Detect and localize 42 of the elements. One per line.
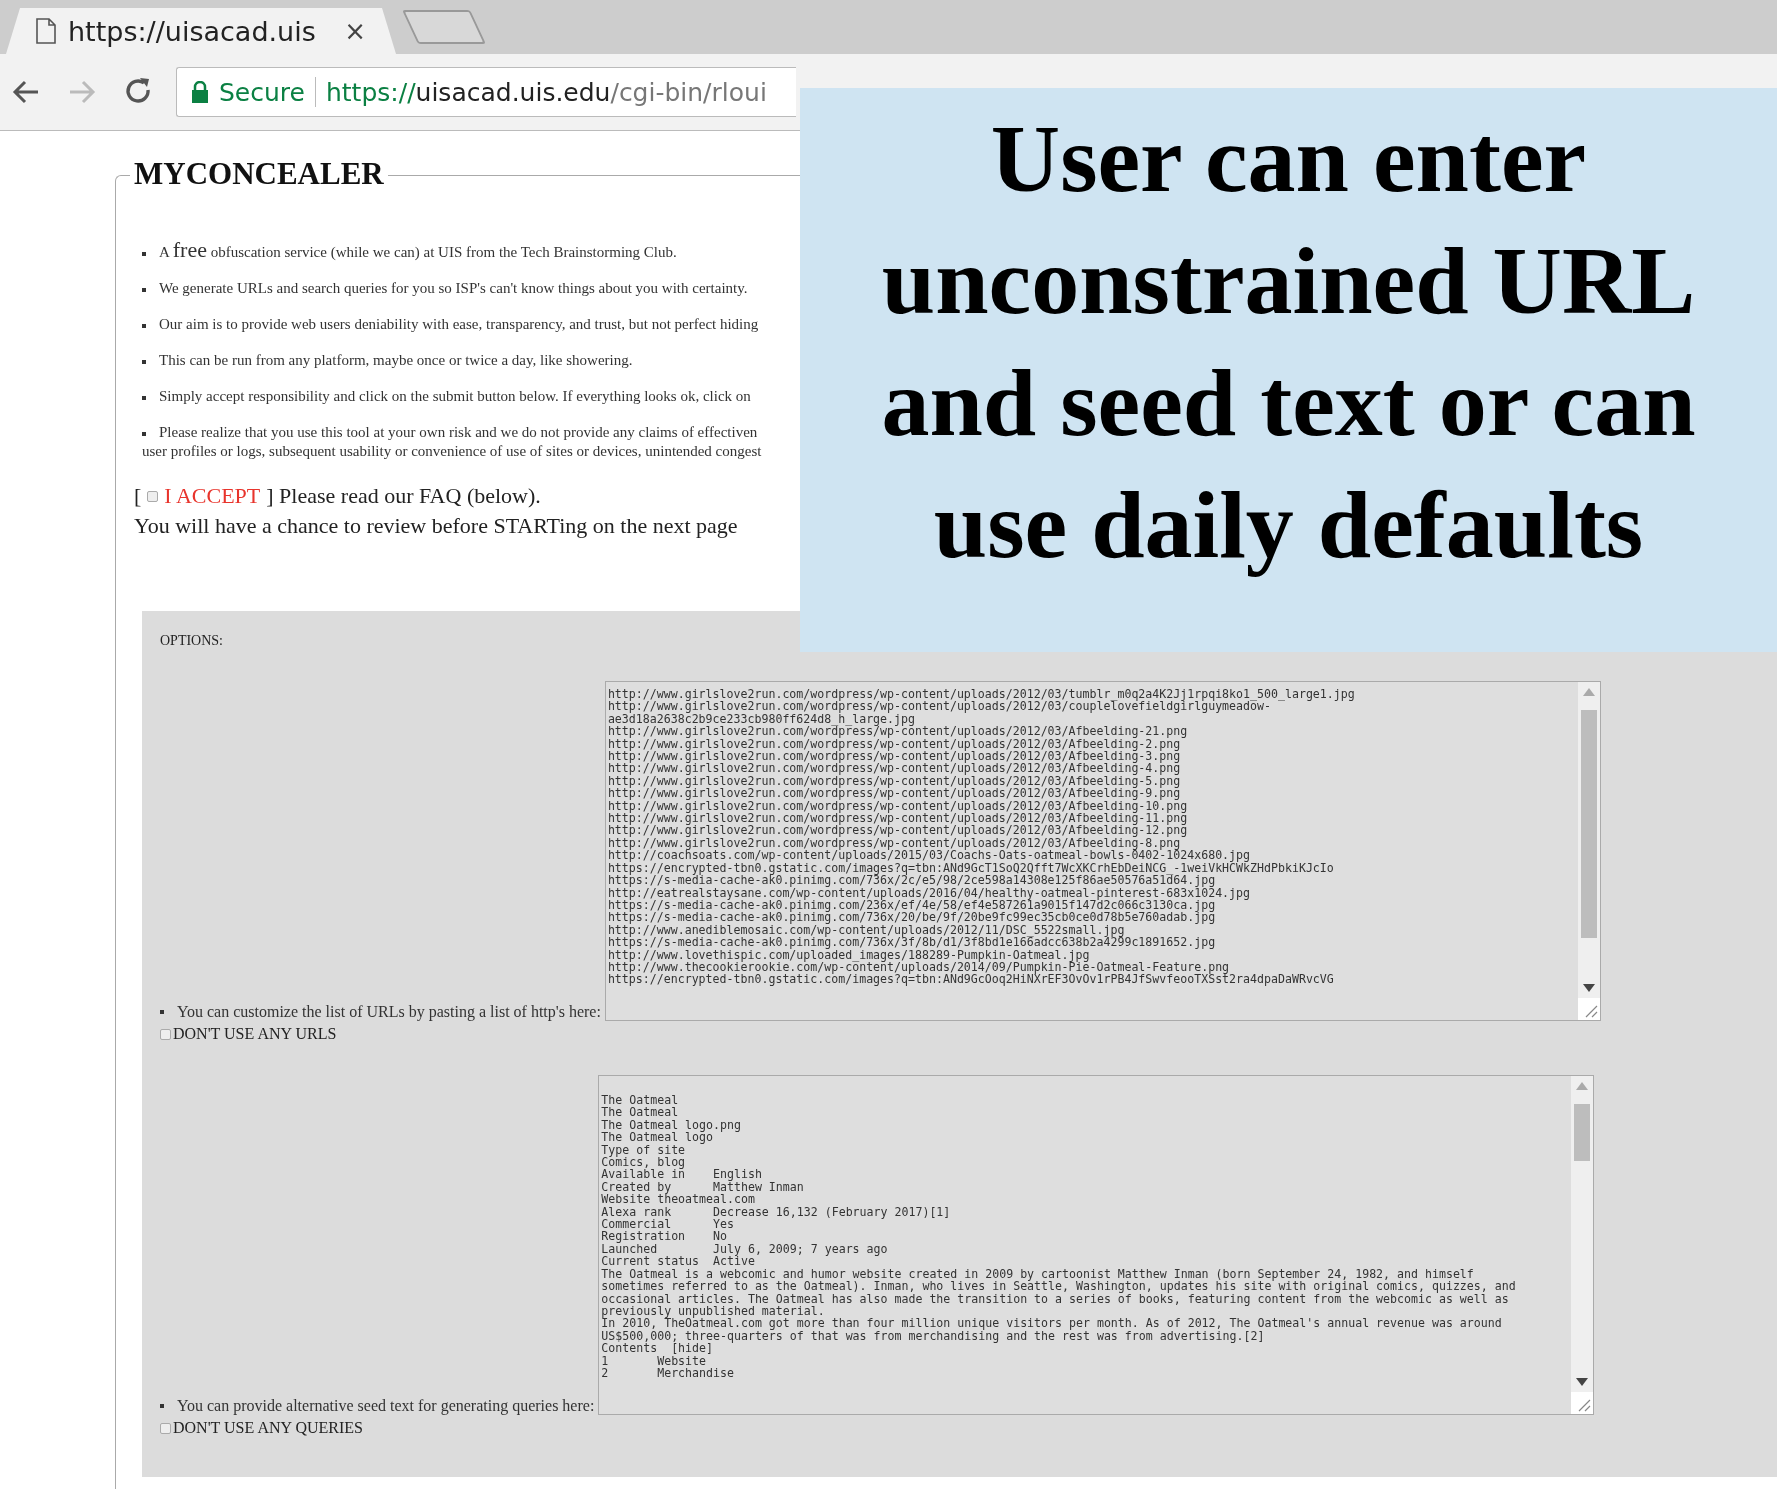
resize-grip-icon[interactable] — [1577, 998, 1600, 1020]
secure-label: Secure — [219, 77, 305, 107]
scroll-down-icon[interactable] — [1582, 984, 1595, 992]
bullet-text: Our aim is to provide web users deniability with ease, transparency, and trust, but not perfect hiding — [142, 315, 759, 334]
option-label: You can provide alternative seed text for generating queries here: — [160, 1397, 595, 1415]
tab-title: https://uisacad.uis — [68, 15, 316, 47]
scroll-thumb[interactable] — [1580, 710, 1597, 938]
browser-tab[interactable]: https://uisacad.uis × — [6, 8, 396, 54]
scroll-up-icon[interactable] — [1582, 688, 1595, 696]
accept-checkbox[interactable] — [147, 490, 159, 502]
accept-label: I ACCEPT — [164, 483, 261, 509]
seed-text-field[interactable]: The Oatmeal The Oatmeal The Oatmeal logo.png The Oatmeal logo Type of site Comics, blog Available in English Created by Matthew Inman Website theoatmeal.com Alexa rank Decrease 16,132 (February 2017)[1] Commercial Yes Registration No Launched July 6, 2009; 7 years ago Current status Active The Oatmeal is a webcomic and humor website created in 2009 by cartoonist Matthew Inman (born September 24, 1982, and himself sometimes referred to as the Oatmeal). Inman, who lives in Seattle, Washington, updates his site with original comics, quizzes, and occasional articles. The Oatmeal has also made the transition to a series of books, featuring content from the webcomic as well as previously unpublished material. In 2010, TheOatmeal.com got more than four million unique visitors per month. As of 2012, The Oatmeal's annual revenue was around US$500,000; three-quarters of that was from merchandising and the rest was from advertising.[2] Contents [hide] 1 Website 2 Merchandise — [598, 1075, 1595, 1415]
bracket-text: [ — [134, 483, 142, 509]
resize-grip-icon[interactable] — [1571, 1392, 1594, 1414]
address-bar[interactable]: Secure https://uisacad.uis.edu/cgi-bin/rloui — [176, 67, 796, 117]
scroll-thumb[interactable] — [1574, 1104, 1591, 1161]
url-list-field[interactable]: http://www.girlslove2run.com/wordpress/wp-content/uploads/2012/03/tumblr_m0q2a4K2Jj1rpqi8ko1_500_large1.jpg http://www.girlslove2run.com/wordpress/wp-content/uploads/2012/03/couplelovefieldgirlguymeadow- ae3d18a2638c2b9ce233cb980ff624d8_h_large.jpg http://www.girlslove2run.com/wordpress/wp-content/uploads/2012/03/Afbeelding-21.png http://www.girlslove2run.com/wordpress/wp-content/uploads/2012/03/Afbeelding-2.png http://www.girlslove2run.com/wordpress/wp-content/uploads/2012/03/Afbeelding-3.png http://www.girlslove2run.com/wordpress/wp-content/uploads/2012/03/Afbeelding-4.png http://www.girlslove2run.com/wordpress/wp-content/uploads/2012/03/Afbeelding-5.png http://www.girlslove2run.com/wordpress/wp-content/uploads/2012/03/Afbeelding-9.png http://www.girlslove2run.com/wordpress/wp-content/uploads/2012/03/Afbeelding-10.png http://www.girlslove2run.com/wordpress/wp-content/uploads/2012/03/Afbeelding-11.png http://www.girlslove2run.com/wordpress/wp-content/uploads/2012/03/Afbeelding-12.png http://www.girlslove2run.com/wordpress/wp-content/uploads/2012/03/Afbeelding-8.png http://coachsoats.com/wp-content/uploads/2015/03/Coachs-Oats-oatmeal-bowls-0402-1024x680.jpg https://encrypted-tbn0.gstatic.com/images?q=tbn:ANd9GcT1SoQ2Qfft7WcXKCrhEbDeiNCG_-1weiVkHCWkZHdPbkiKJcIo https://s-media-cache-ak0.pinimg.com/736x/2c/e5/98/2ce598a14308e125f86ae50576a51d64.jpg http://eatrealstaysane.com/wp-content/uploads/2016/04/healthy-oatmeal-pinterest-683x1024.jpg https://s-media-cache-ak0.pinimg.com/236x/ef/4e/58/ef4e587261a9015f147d2c066c3130ca.jpg https://s-media-cache-ak0.pinimg.com/736x/20/be/9f/20be9fc99ec35cb0ce0d78b5e760adab.jpg http://www.anediblemosaic.com/wp-content/uploads/2012/11/DSC_5522small.jpg https://s-media-cache-ak0.pinimg.com/736x/3f/8b/d1/3f8bd1e166adcc638b2a4299c1891652.jpg http://www.lovethispic.com/uploaded_images/188289-Pumpkin-Oatmeal.jpg http://www.thecookierookie.com/wp-content/uploads/2014/09/Pumpkin-Pie-Oatmeal-Feature.png https://encrypted-tbn0.gstatic.com/images?q=tbn:ANd9GcOoq2HiNXrEF3OvOv1rPB4JfSwvfeooTXSst2ra4dpaDaWRvcVG — [604, 681, 1601, 1021]
review-note: You will have a chance to review before STARTing on the next page — [133, 512, 738, 539]
scrollbar[interactable] — [1571, 1076, 1594, 1392]
callout-text: and seed text or can — [880, 348, 1697, 458]
bullet-text: Simply accept responsibility and click on the submit button below. If everything looks ok, click on — [142, 387, 751, 406]
page-icon — [36, 18, 56, 44]
callout-text: use daily defaults — [932, 470, 1645, 580]
option-label: You can customize the list of URLs by pasting a list of http's here: — [160, 1003, 601, 1021]
callout-text: unconstrained URL — [880, 226, 1697, 336]
close-tab-button[interactable]: × — [344, 16, 366, 46]
bullet-text: A free obfuscation service (while we can) at UIS from the Tech Brainstorming Club. — [142, 240, 677, 262]
faq-text: ] Please read our FAQ (below). — [266, 483, 541, 509]
url-text: https://uisacad.uis.edu/cgi-bin/rloui — [325, 77, 767, 107]
scrollbar[interactable] — [1577, 682, 1600, 998]
scroll-up-icon[interactable] — [1576, 1082, 1589, 1090]
bullet-text: Please realize that you use this tool at your own risk and we do not provide any claims of effectiven user profiles or logs, subsequent usability or convenience of use of sites or devices, unintended congest — [142, 423, 762, 461]
lock-icon — [191, 81, 209, 103]
bullet-text: We generate URLs and search queries for you so ISP's can't know things about you with certainty. — [142, 279, 748, 298]
bullet-text: This can be run from any platform, maybe once or twice a day, like showering. — [142, 351, 633, 370]
checkbox[interactable] — [160, 1422, 171, 1434]
checkbox[interactable] — [160, 1028, 171, 1040]
scroll-down-icon[interactable] — [1576, 1378, 1589, 1386]
options-title: OPTIONS: — [160, 633, 224, 649]
checkbox-label: DON'T USE ANY URLS — [173, 1025, 337, 1043]
callout-text: User can enter — [989, 104, 1588, 214]
checkbox-label: DON'T USE ANY QUERIES — [173, 1419, 363, 1437]
